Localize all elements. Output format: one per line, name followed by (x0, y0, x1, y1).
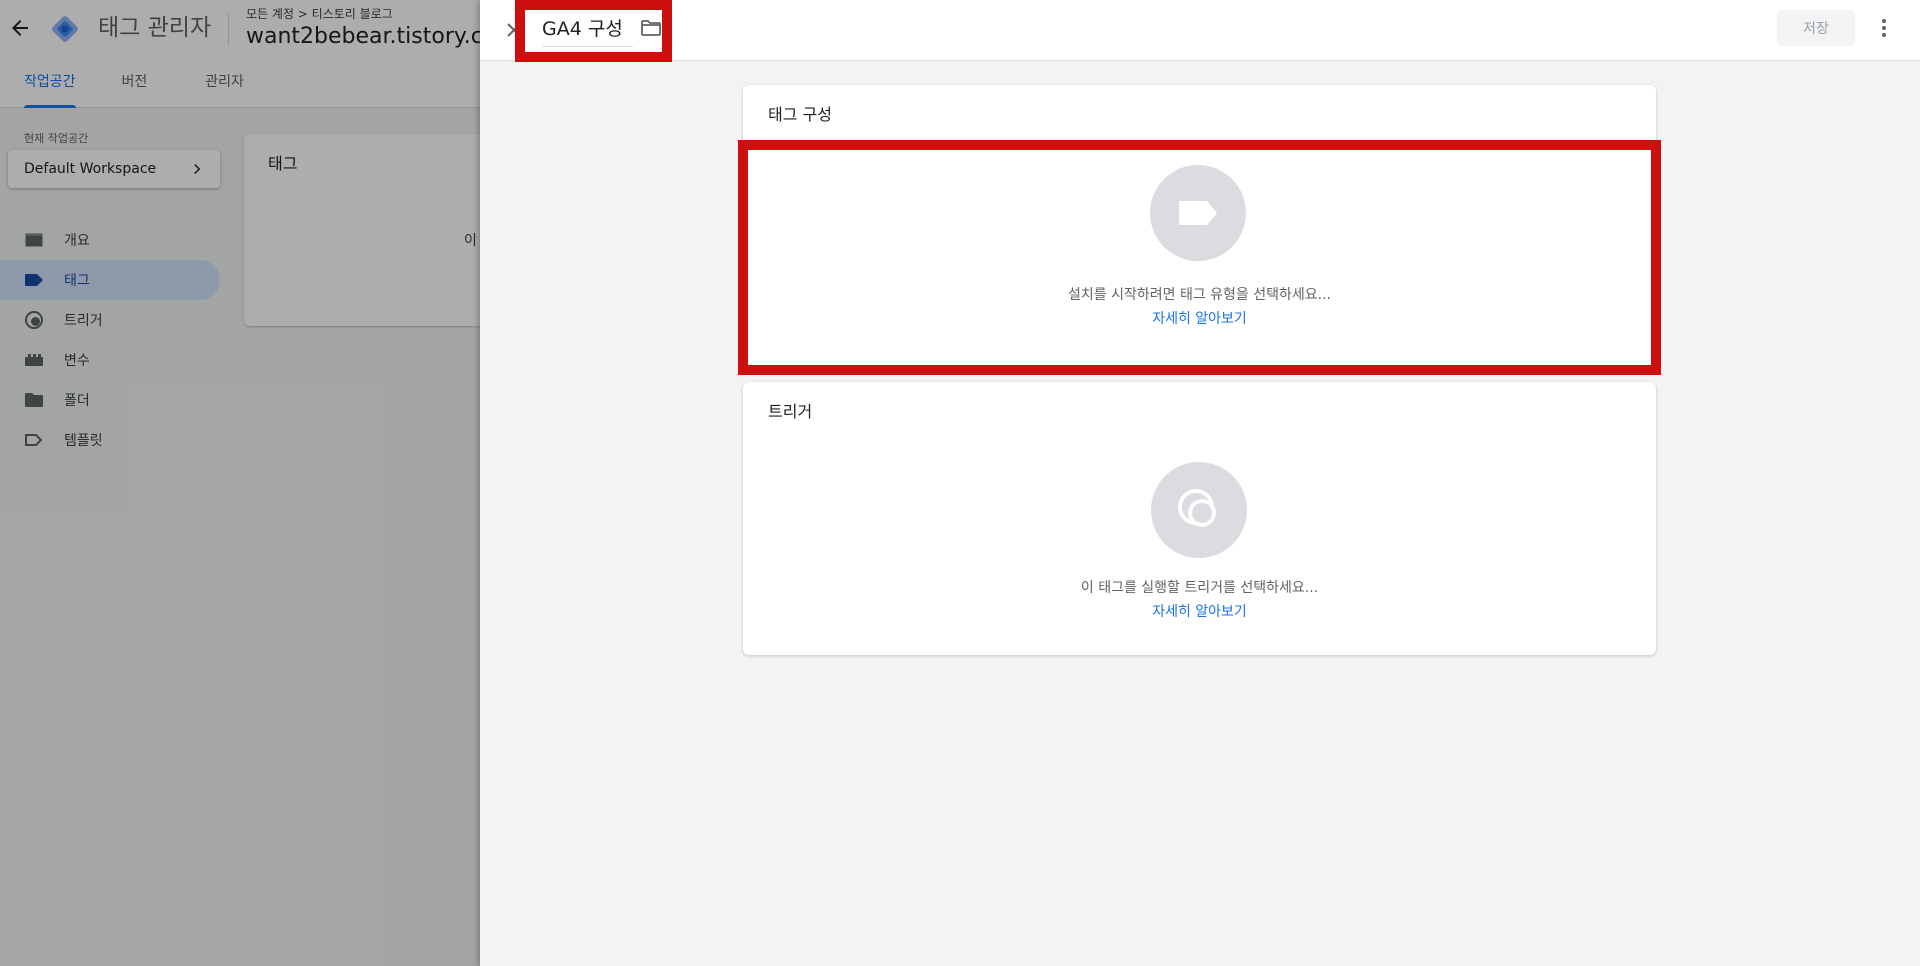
tag-editor-header: GA4 구성 저장 (480, 0, 1920, 62)
tag-type-selector[interactable]: 설치를 시작하려면 태그 유형을 선택하세요... 자세히 알아보기 (738, 140, 1661, 375)
trigger-select-icon[interactable] (1151, 462, 1247, 558)
triggering-title: 트리거 (768, 402, 813, 421)
tag-name-field[interactable]: GA4 구성 (542, 16, 623, 42)
tag-config-learn-more-link[interactable]: 자세히 알아보기 (748, 308, 1651, 328)
triggering-card: 트리거 이 태그를 실행할 트리거를 선택하세요... 자세히 알아보기 (743, 382, 1656, 655)
tag-configuration-title: 태그 구성 (768, 105, 832, 124)
tag-type-icon[interactable] (1150, 165, 1246, 261)
tag-name-highlight: GA4 구성 (515, 0, 672, 62)
folder-icon[interactable] (639, 16, 663, 40)
tag-name-underline (542, 46, 633, 47)
trigger-hint: 이 태그를 실행할 트리거를 선택하세요... (1080, 580, 1319, 596)
tag-type-hint: 설치를 시작하려면 태그 유형을 선택하세요... (1068, 287, 1331, 303)
save-button[interactable]: 저장 (1777, 10, 1855, 46)
tag-editor-panel: GA4 구성 저장 태그 구성 설치를 시작하려면 태그 유형을 선택하세요..… (480, 0, 1920, 966)
tag-configuration-card: 태그 구성 설치를 시작하려면 태그 유형을 선택하세요... 자세히 알아보기 (738, 85, 1661, 375)
more-vert-icon[interactable] (1872, 16, 1896, 40)
trigger-learn-more-link[interactable]: 자세히 알아보기 (743, 601, 1656, 621)
